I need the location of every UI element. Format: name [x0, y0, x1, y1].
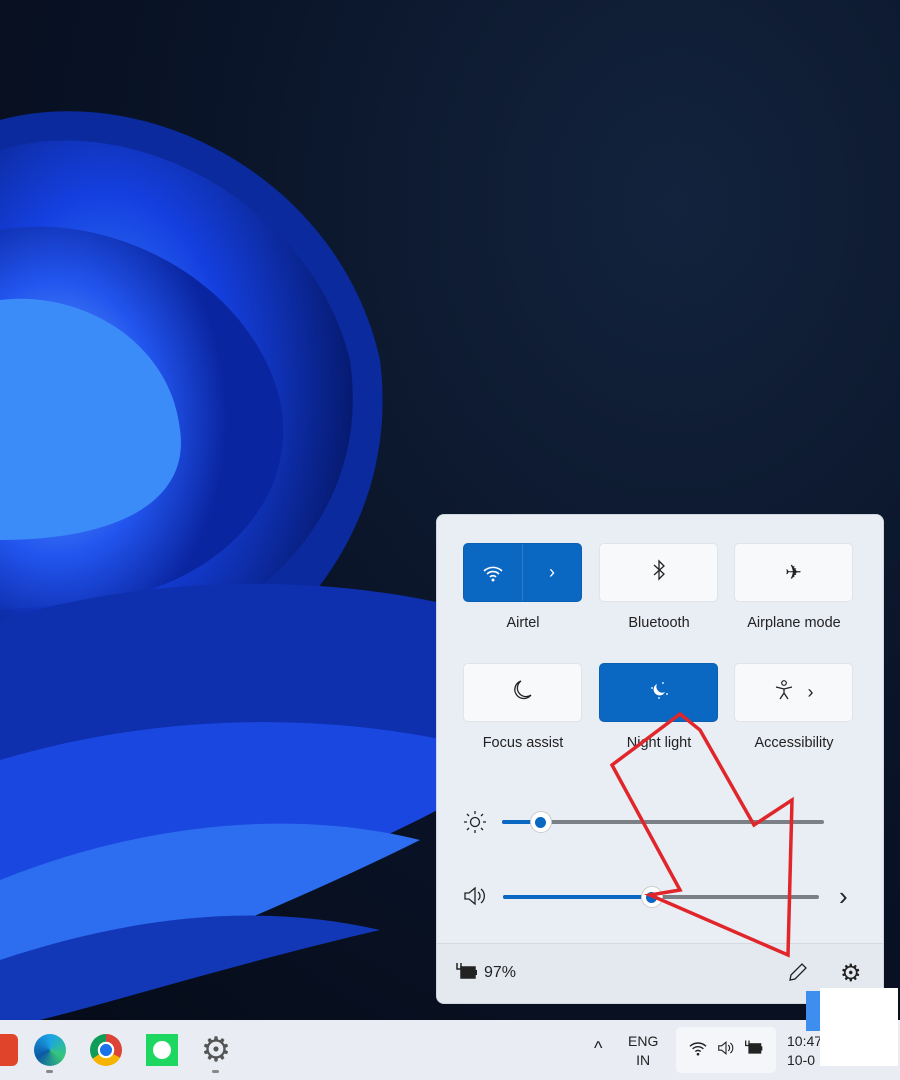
wifi-tile[interactable]: › — [463, 543, 582, 602]
annotation-arrow — [609, 711, 794, 958]
audio-output-chevron-icon[interactable]: › — [839, 881, 848, 912]
tile-label-airtel: Airtel — [506, 615, 540, 631]
moon-icon — [513, 679, 533, 706]
tray-volume-icon — [717, 1040, 735, 1061]
tray-wifi-icon — [688, 1040, 708, 1061]
bluetooth-icon — [652, 559, 666, 586]
edge-icon[interactable] — [34, 1034, 66, 1066]
language-indicator[interactable]: ENG IN — [628, 1032, 658, 1070]
tray-battery-icon — [744, 1039, 764, 1062]
notification-badge — [806, 991, 820, 1031]
accessibility-expand-chevron-icon[interactable]: › — [808, 682, 814, 703]
focus-assist-tile[interactable] — [463, 663, 582, 722]
tile-label-focus-assist: Focus assist — [482, 735, 564, 751]
region-code: IN — [636, 1052, 651, 1068]
clock-date: 10-0 — [787, 1052, 816, 1068]
taskbar: ⚙ ^ ENG IN 10:47 10-0 — [0, 1020, 900, 1080]
settings-app-icon[interactable]: ⚙ — [200, 1033, 232, 1067]
settings-running-indicator — [212, 1070, 219, 1073]
spotify-icon[interactable] — [146, 1034, 178, 1066]
settings-gear-icon[interactable]: ⚙ — [840, 959, 862, 988]
clock-time: 10:47 — [787, 1033, 823, 1049]
brightness-icon — [463, 810, 487, 839]
language-code: ENG — [628, 1033, 659, 1049]
tile-label-bluetooth: Bluetooth — [628, 615, 690, 631]
airplane-mode-tile[interactable]: ✈ — [734, 543, 853, 602]
clock[interactable]: 10:47 10-0 — [787, 1032, 822, 1070]
volume-icon[interactable] — [463, 885, 487, 912]
bluetooth-tile[interactable] — [599, 543, 718, 602]
wifi-icon[interactable] — [464, 544, 523, 601]
brave-icon[interactable] — [0, 1034, 18, 1066]
tile-label-airplane: Airplane mode — [747, 615, 841, 631]
airplane-icon: ✈ — [785, 562, 802, 584]
edge-running-indicator — [46, 1070, 53, 1073]
wifi-expand-chevron-icon[interactable]: › — [523, 562, 581, 583]
show-hidden-icons-chevron-icon[interactable]: ^ — [594, 1038, 602, 1059]
battery-charging-icon — [455, 962, 479, 987]
battery-percent[interactable]: 97% — [484, 964, 516, 982]
system-tray-status[interactable] — [676, 1027, 776, 1073]
chrome-icon[interactable] — [90, 1034, 122, 1066]
brightness-thumb[interactable] — [529, 811, 552, 833]
redaction-box — [820, 988, 898, 1066]
